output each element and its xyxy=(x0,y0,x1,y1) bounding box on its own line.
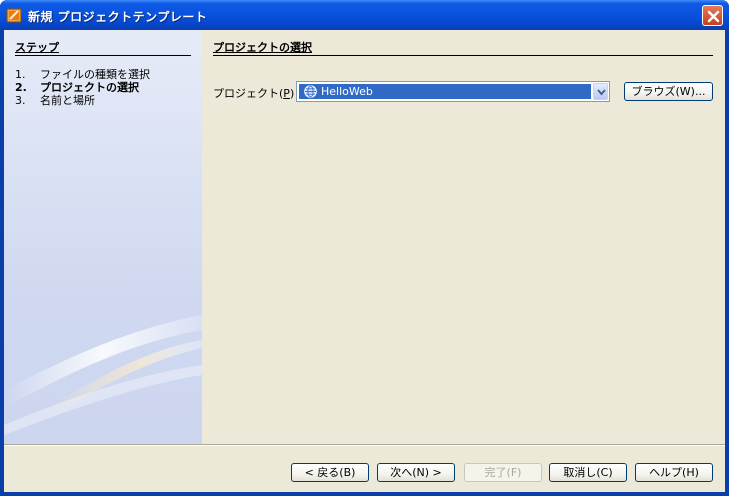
close-button[interactable] xyxy=(702,5,723,26)
chevron-down-icon xyxy=(597,89,606,96)
step-2-current: 2. プロジェクトの選択 xyxy=(15,81,139,94)
java-cup-icon xyxy=(6,7,22,23)
step-label: ファイルの種類を選択 xyxy=(40,68,150,81)
step-number: 2. xyxy=(15,81,27,94)
globe-icon xyxy=(304,85,317,98)
dialog-window: 新規 プロジェクトテンプレート ステップ 1. ファイルの種類を選択 2. プロ… xyxy=(0,0,729,496)
step-number: 1. xyxy=(15,68,26,81)
dropdown-button[interactable] xyxy=(593,83,608,100)
help-button[interactable]: ヘルプ(H) xyxy=(635,463,713,482)
step-label: プロジェクトの選択 xyxy=(40,81,139,94)
steps-panel: ステップ 1. ファイルの種類を選択 2. プロジェクトの選択 3. 名前と場所 xyxy=(4,30,202,444)
project-selected-text: HelloWeb xyxy=(321,85,373,98)
close-icon xyxy=(707,10,720,23)
window-title: 新規 プロジェクトテンプレート xyxy=(28,10,208,24)
title-bar[interactable]: 新規 プロジェクトテンプレート xyxy=(0,0,729,30)
project-select[interactable]: HelloWeb xyxy=(296,81,610,102)
project-label-mnemonic: P xyxy=(283,87,290,100)
finish-button[interactable]: 完了(F) xyxy=(464,463,542,482)
footer-divider xyxy=(4,444,725,446)
cancel-button[interactable]: 取消し(C) xyxy=(549,463,627,482)
project-label-prefix: プロジェクト( xyxy=(213,87,284,100)
steps-heading: ステップ xyxy=(15,41,191,56)
step-1: 1. ファイルの種類を選択 xyxy=(15,68,150,81)
step-3: 3. 名前と場所 xyxy=(15,94,95,107)
next-button[interactable]: 次へ(N) > xyxy=(377,463,455,482)
step-label: 名前と場所 xyxy=(40,94,95,107)
back-button[interactable]: < 戻る(B) xyxy=(291,463,369,482)
step-number: 3. xyxy=(15,94,26,107)
browse-button[interactable]: ブラウズ(W)... xyxy=(624,82,713,101)
project-select-value[interactable]: HelloWeb xyxy=(299,84,591,99)
page-title: プロジェクトの選択 xyxy=(213,41,713,56)
project-label: プロジェクト(P) : xyxy=(213,85,301,101)
dialog-body: ステップ 1. ファイルの種類を選択 2. プロジェクトの選択 3. 名前と場所 プロ… xyxy=(4,30,725,492)
